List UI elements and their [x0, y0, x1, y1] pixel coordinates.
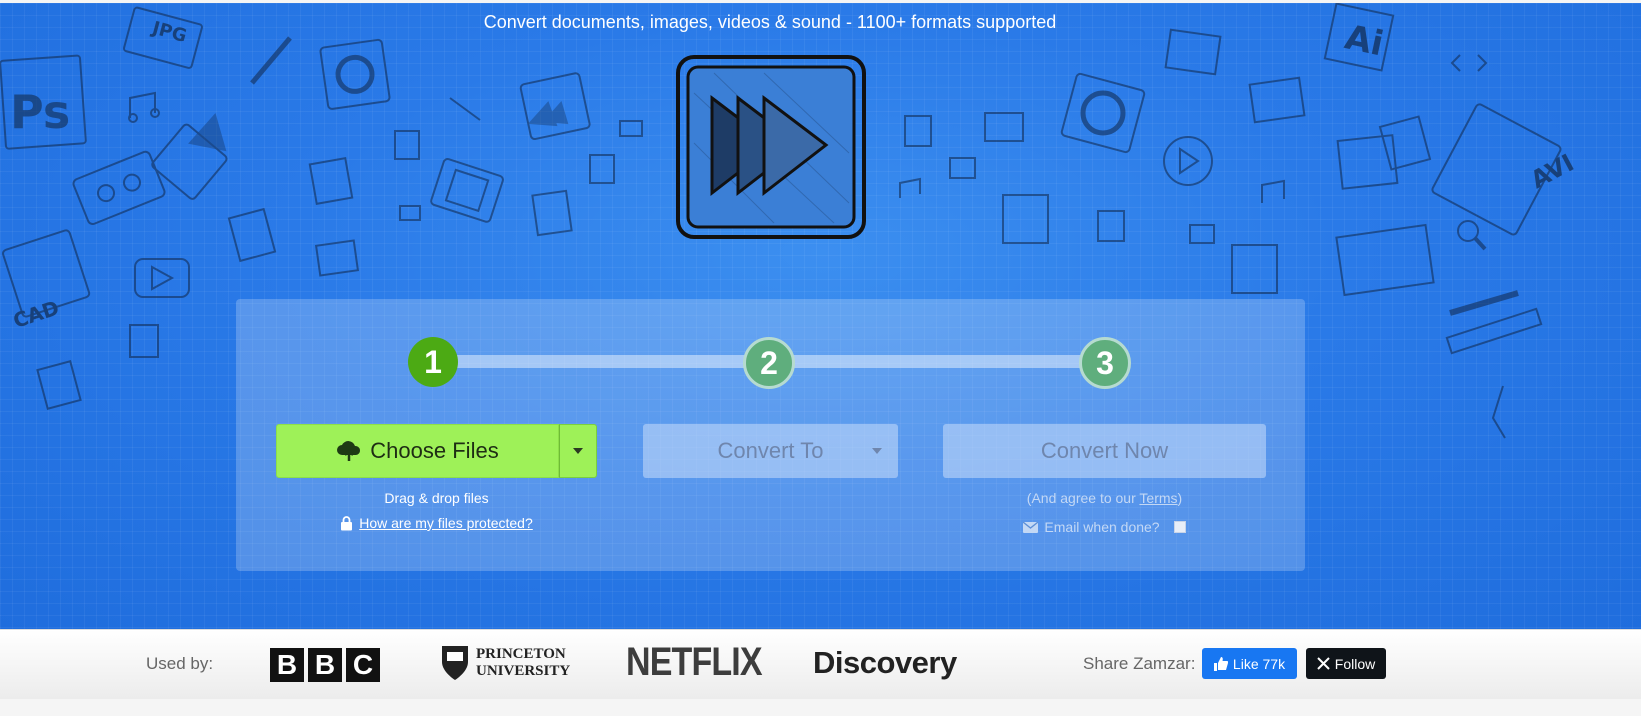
convert-to-select[interactable]: Convert To [643, 424, 898, 478]
terms-link[interactable]: Terms [1139, 490, 1177, 506]
video-box-icon [519, 72, 591, 141]
images-stack-icon [1164, 28, 1222, 76]
lock-icon [341, 515, 353, 530]
email-when-done-label: Email when done? [1044, 519, 1160, 535]
ps-label: Ps [10, 85, 70, 139]
zamzar-logo [676, 55, 866, 239]
photo-frame-icon-2 [1378, 115, 1432, 171]
princeton-line-2: UNIVERSITY [476, 663, 571, 679]
files-protected-row: How are my files protected? [276, 515, 597, 531]
gif-file-icon [36, 360, 82, 410]
film-file-icon [1248, 76, 1306, 124]
netflix-logo: NETFLIX [626, 640, 763, 684]
video-play-icon [134, 258, 190, 298]
choose-files-label: Choose Files [370, 438, 499, 463]
clipboard-icon [1002, 194, 1049, 244]
contact-file-icon [531, 189, 573, 237]
choose-files-dropdown-button[interactable] [559, 424, 597, 478]
small-file-icon-3 [129, 324, 159, 358]
folder-icon-2 [949, 157, 976, 179]
share-label: Share Zamzar: [1083, 654, 1196, 673]
refresh-box-icon [319, 38, 391, 110]
caret-down-icon [872, 448, 882, 454]
x-follow-button[interactable]: Follow [1306, 648, 1386, 679]
agree-terms-text: (And agree to our Terms) [943, 490, 1266, 506]
wrench-icon-2 [1491, 385, 1506, 439]
convert-now-label: Convert Now [1040, 438, 1169, 463]
mp3-file-icon [308, 157, 354, 205]
small-file-icon-5 [1097, 210, 1125, 242]
discovery-logo: Discovery [813, 645, 957, 680]
small-folder-icon [1189, 224, 1215, 244]
thumbs-up-icon [1213, 656, 1228, 671]
avi-label: AVI [1526, 149, 1578, 195]
agree-prefix: (And agree to our [1026, 490, 1140, 506]
agree-suffix: ) [1177, 490, 1183, 506]
bbc-logo: B B C [270, 648, 380, 682]
code-icon [1450, 54, 1488, 72]
convert-to-label: Convert To [717, 438, 824, 463]
princeton-shield-icon [442, 646, 468, 680]
film-strip-icon [430, 158, 504, 223]
pencil-icon [250, 36, 292, 85]
used-by-label: Used by: [146, 654, 214, 673]
laptop-icon [1335, 223, 1435, 297]
small-file-icon [394, 130, 420, 160]
folder-icon [984, 112, 1024, 142]
envelope-icon [1023, 521, 1039, 533]
x-logo-icon [1317, 657, 1330, 670]
music-note-icon-3 [1261, 179, 1285, 203]
wrench-icon [449, 97, 481, 121]
choose-files-button[interactable]: Choose Files [276, 424, 559, 478]
music-note-icon-2 [899, 177, 921, 198]
cassette-icon [72, 150, 166, 225]
cloud-upload-icon [337, 441, 361, 461]
mail-icon-2 [399, 205, 421, 221]
mov-file-icon [227, 207, 277, 263]
small-file-icon-4 [904, 115, 932, 147]
bbc-letter: B [308, 648, 342, 682]
princeton-logo: PRINCETON UNIVERSITY [440, 644, 570, 682]
bbc-letter: B [270, 648, 304, 682]
email-when-done-checkbox[interactable] [1173, 521, 1186, 533]
ruler-icon [1445, 307, 1543, 355]
image-file-icon [314, 239, 360, 277]
bbc-letter: C [346, 648, 380, 682]
princeton-line-1: PRINCETON [476, 646, 566, 662]
convert-now-button[interactable]: Convert Now [943, 424, 1266, 478]
files-protected-link[interactable]: How are my files protected? [359, 515, 533, 531]
like-label: Like 77k [1232, 655, 1286, 672]
hero-tagline: Convert documents, images, videos & soun… [483, 12, 1057, 32]
pen-icon [1449, 290, 1519, 316]
email-when-done-row: Email when done? [943, 519, 1266, 535]
mail-icon [619, 120, 643, 137]
step-2-indicator: 2 [743, 337, 795, 389]
clipboard-icon-2 [1231, 244, 1278, 294]
music-note-icon [128, 91, 160, 123]
step-3-indicator: 3 [1079, 337, 1131, 389]
caret-down-icon [573, 448, 583, 454]
small-file-icon-2 [589, 154, 615, 184]
follow-label: Follow [1334, 655, 1376, 672]
facebook-like-button[interactable]: Like 77k [1202, 648, 1297, 679]
step-1-indicator: 1 [408, 337, 458, 387]
drag-drop-hint: Drag & drop files [384, 490, 489, 506]
play-circle-icon [1163, 136, 1213, 186]
refresh-box-icon-2 [1060, 72, 1146, 154]
